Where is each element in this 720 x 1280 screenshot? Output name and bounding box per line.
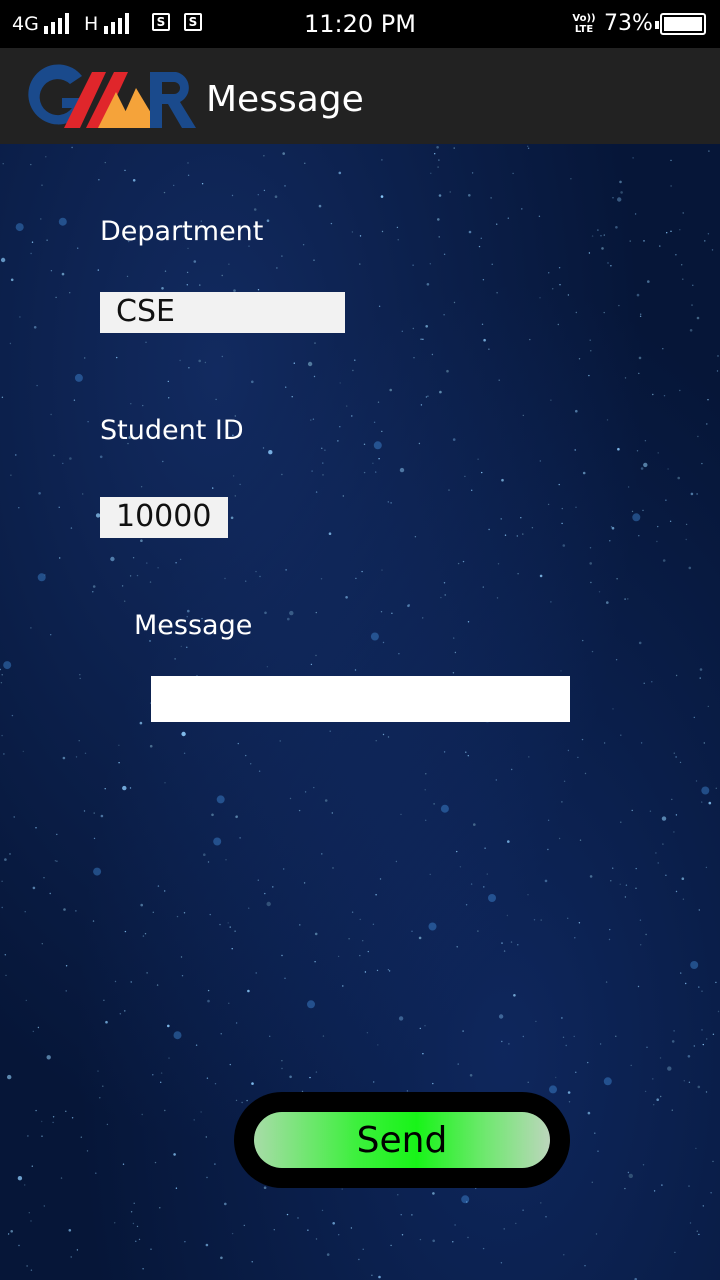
student-id-field[interactable]: 10000 bbox=[100, 497, 228, 538]
battery-icon bbox=[655, 13, 706, 35]
battery-percentage: 73% bbox=[604, 11, 653, 36]
message-input[interactable] bbox=[151, 676, 570, 722]
page-title: Message bbox=[206, 79, 364, 120]
department-label: Department bbox=[100, 216, 264, 247]
message-label: Message bbox=[134, 610, 253, 641]
send-button[interactable]: Send bbox=[254, 1112, 550, 1168]
app-bar: Message bbox=[0, 48, 720, 144]
department-field[interactable]: CSE bbox=[100, 292, 345, 333]
status-bar: 4G H S S 11:20 PM Vo)) LTE 73% bbox=[0, 0, 720, 48]
student-id-label: Student ID bbox=[100, 415, 244, 446]
volte-icon: Vo)) LTE bbox=[572, 13, 596, 35]
send-button-frame: Send bbox=[234, 1092, 570, 1188]
form-container: Department CSE Student ID 10000 Message … bbox=[0, 144, 720, 1280]
gmr-logo bbox=[28, 64, 196, 128]
